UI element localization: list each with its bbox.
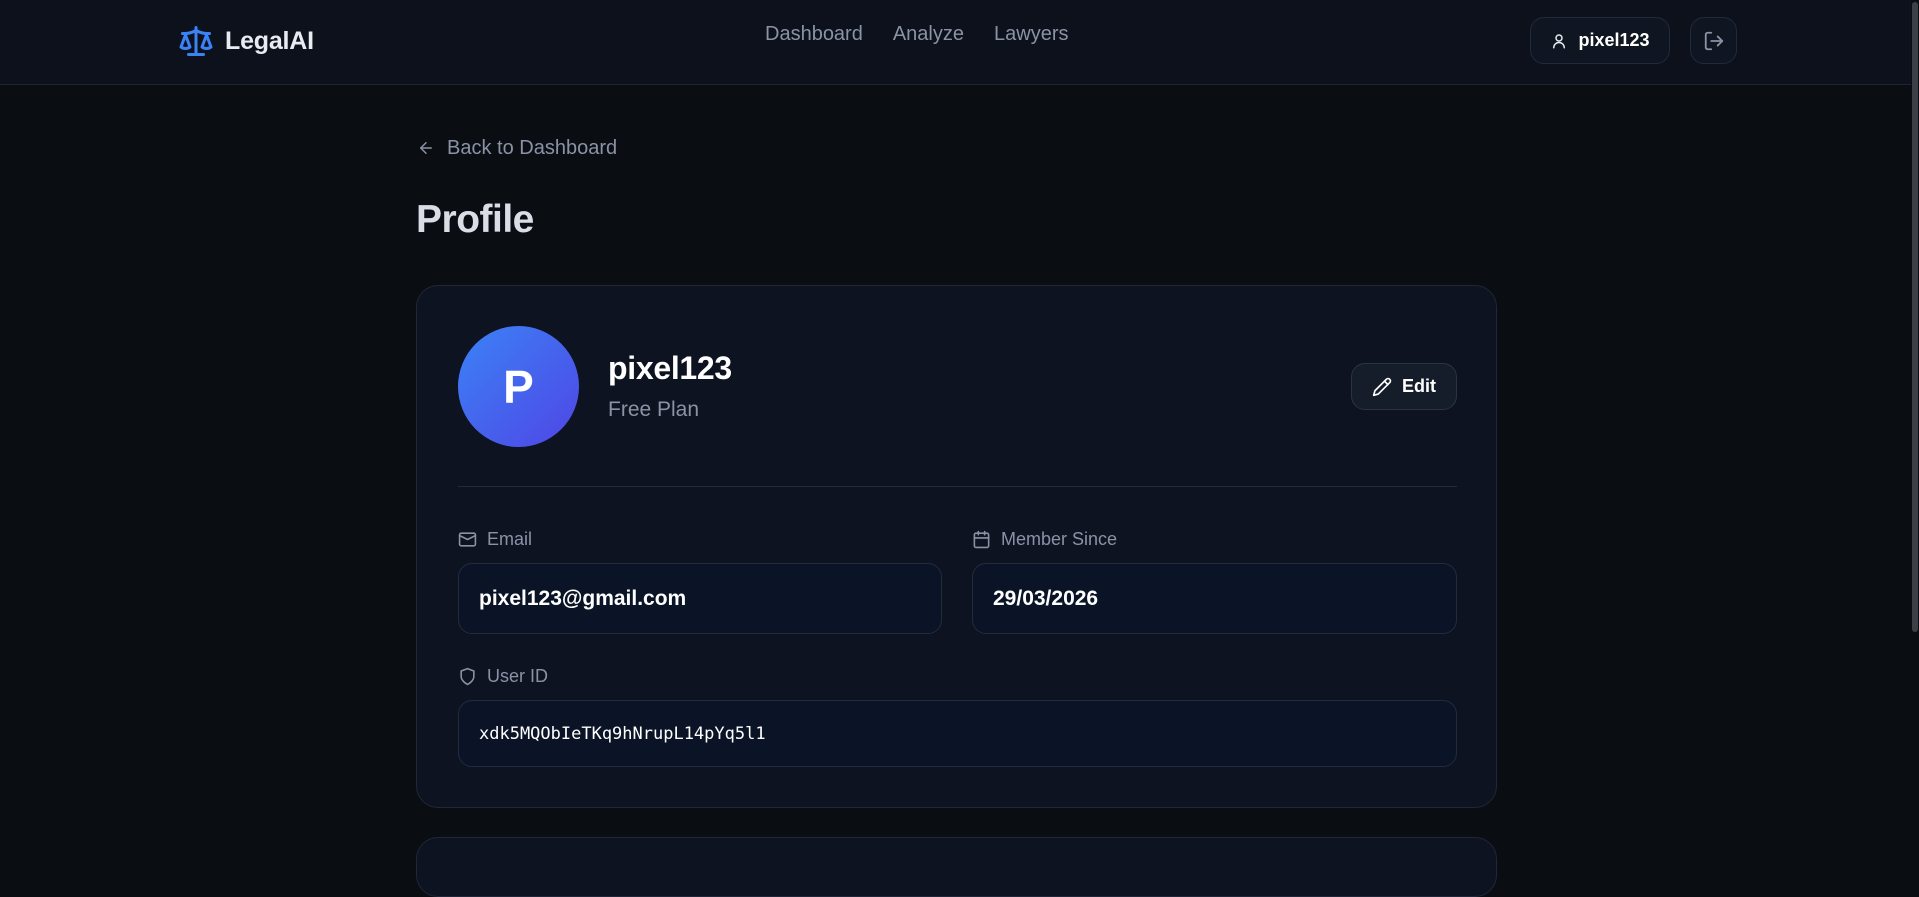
user-menu-button[interactable]: pixel123 [1530, 17, 1670, 64]
nav-lawyers[interactable]: Lawyers [994, 23, 1068, 46]
avatar: P [458, 326, 579, 447]
edit-button-label: Edit [1402, 376, 1436, 396]
nav-analyze[interactable]: Analyze [893, 23, 964, 46]
member-since-value: 29/03/2026 [993, 586, 1099, 610]
member-since-field: 29/03/2026 [972, 563, 1457, 634]
user-name: pixel123 [1578, 30, 1650, 50]
logout-icon [1703, 30, 1725, 52]
divider [458, 486, 1457, 487]
member-since-label: Member Since [972, 529, 1117, 550]
shield-icon [458, 667, 477, 686]
profile-plan: Free Plan [608, 398, 700, 421]
email-label: Email [458, 529, 532, 550]
brand-name: LegalAI [225, 26, 314, 55]
avatar-initial: P [503, 360, 534, 413]
scrollbar-thumb[interactable] [1912, 2, 1918, 632]
back-link-label: Back to Dashboard [447, 136, 618, 159]
secondary-card [416, 837, 1497, 897]
main-nav: Dashboard Analyze Lawyers [765, 20, 1068, 48]
profile-name: pixel123 [608, 350, 732, 386]
nav-dashboard[interactable]: Dashboard [765, 23, 863, 46]
profile-card: P pixel123 Free Plan Edit Email pixel123… [416, 285, 1497, 808]
scale-icon [177, 23, 215, 59]
pencil-icon [1372, 377, 1392, 397]
arrow-left-icon [417, 139, 435, 157]
calendar-icon [972, 530, 991, 549]
page-title: Profile [416, 198, 534, 241]
back-to-dashboard-link[interactable]: Back to Dashboard [417, 135, 617, 161]
email-field: pixel123@gmail.com [458, 563, 942, 634]
logout-button[interactable] [1690, 17, 1737, 64]
user-id-value: xdk5MQObIeTKq9hNrupL14pYq5l1 [479, 723, 766, 744]
top-navbar: LegalAI Dashboard Analyze Lawyers pixel1… [0, 0, 1919, 85]
edit-profile-button[interactable]: Edit [1351, 363, 1457, 410]
brand-logo[interactable]: LegalAI [177, 23, 314, 59]
user-id-label: User ID [458, 666, 548, 687]
user-icon [1550, 32, 1568, 50]
mail-icon [458, 530, 477, 549]
email-value: pixel123@gmail.com [479, 586, 687, 610]
user-id-field: xdk5MQObIeTKq9hNrupL14pYq5l1 [458, 700, 1457, 767]
